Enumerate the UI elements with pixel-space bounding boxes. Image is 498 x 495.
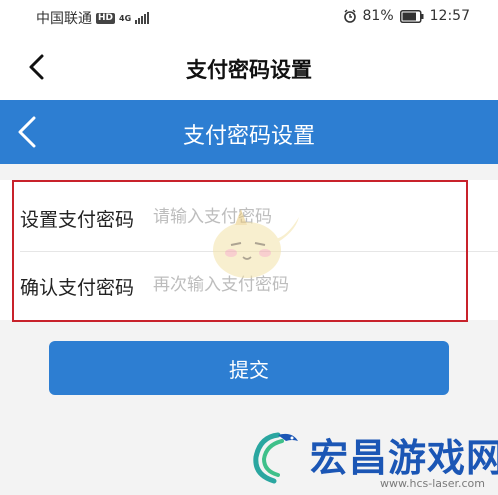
signal-icon <box>135 12 150 24</box>
carrier-name: 中国联通 <box>36 11 92 27</box>
site-watermark: 宏昌游戏网 www.hcs-laser.com <box>248 425 498 495</box>
confirm-password-row: 确认支付密码 <box>0 252 498 320</box>
hd-badge: HD <box>96 12 116 24</box>
clock-time: 12:57 <box>429 8 470 24</box>
watermark-site-name: 宏昌游戏网 <box>310 436 498 480</box>
confirm-password-label: 确认支付密码 <box>20 277 135 299</box>
submit-button[interactable]: 提交 <box>49 341 449 395</box>
network-type: 4G <box>119 13 132 23</box>
password-form: 设置支付密码 确认支付密码 <box>0 180 498 320</box>
status-bar: 中国联通 HD 4G 81% 12:57 <box>0 0 498 34</box>
set-password-input[interactable] <box>153 202 443 232</box>
alarm-icon <box>343 9 356 23</box>
battery-percent: 81% <box>362 8 394 24</box>
app-bar: 支付密码设置 <box>0 34 498 100</box>
header-title: 支付密码设置 <box>182 124 315 149</box>
set-password-label: 设置支付密码 <box>20 209 135 231</box>
page-title: 支付密码设置 <box>186 58 312 82</box>
watermark-url: www.hcs-laser.com <box>380 477 485 490</box>
dragon-logo-icon <box>253 432 298 484</box>
status-bar-left: 中国联通 HD 4G <box>36 8 150 28</box>
set-password-row: 设置支付密码 <box>0 184 498 252</box>
status-bar-right: 81% 12:57 <box>343 8 470 24</box>
battery-icon <box>399 9 424 23</box>
blue-header-bar: 支付密码设置 <box>0 100 498 164</box>
confirm-password-input[interactable] <box>153 270 443 300</box>
